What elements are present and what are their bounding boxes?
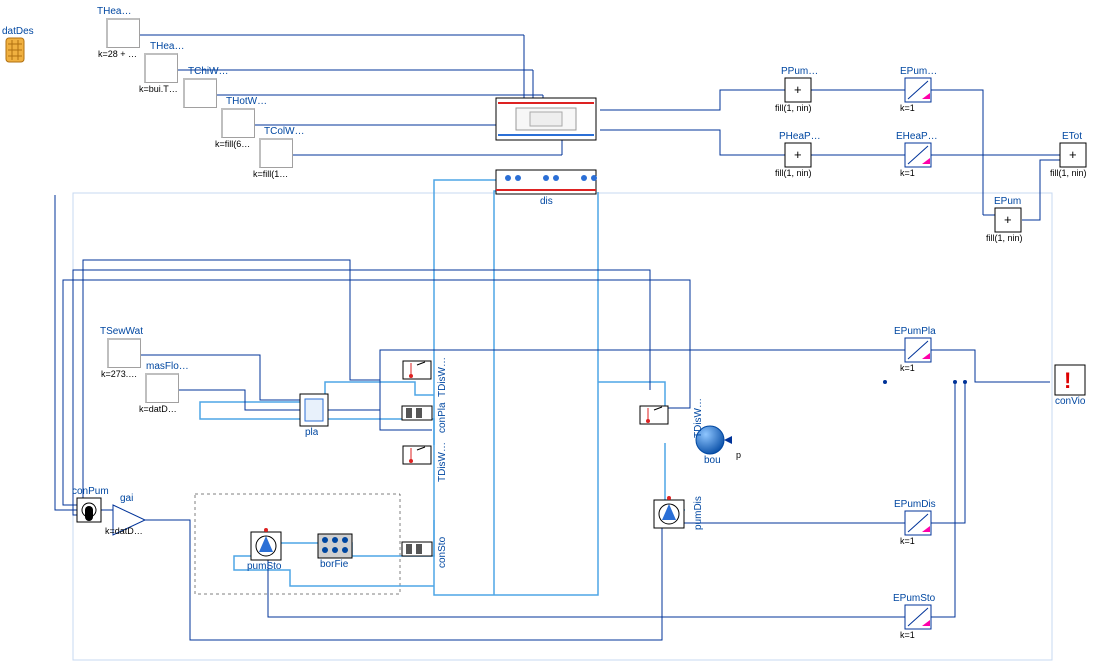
sub-masFlo: k=datD… bbox=[139, 404, 177, 414]
block-ETot[interactable] bbox=[1060, 143, 1086, 167]
lbl-borFie: borFie bbox=[320, 559, 348, 570]
lbl-THea: THea… bbox=[97, 6, 139, 17]
lbl-TDisW1: TDisW… bbox=[437, 357, 448, 397]
lbl-PHeaP: PHeaP… bbox=[779, 131, 821, 142]
block-pumDis[interactable] bbox=[654, 500, 684, 528]
block-EPumSto[interactable] bbox=[905, 605, 931, 629]
lbl-conSto: conSto bbox=[437, 537, 448, 568]
lbl-pla: pla bbox=[305, 427, 318, 438]
sub-THea: k=28 + … bbox=[98, 49, 137, 59]
lbl-conPum: conPum bbox=[72, 486, 109, 497]
const-TColW[interactable] bbox=[259, 138, 293, 168]
block-EPumInt[interactable] bbox=[905, 78, 931, 102]
sub-ki2: k=1 bbox=[900, 168, 915, 178]
const-THotW[interactable] bbox=[221, 108, 255, 138]
block-conPum[interactable] bbox=[77, 498, 101, 522]
lbl-pumDis: pumDis bbox=[693, 496, 704, 530]
lbl-EPum2: EPum bbox=[994, 196, 1021, 207]
sub-PHeaP: fill(1, nin) bbox=[775, 168, 812, 178]
block-EHeaPInt[interactable] bbox=[905, 143, 931, 167]
block-PPum[interactable] bbox=[785, 78, 811, 102]
lbl-THotW: THotW… bbox=[226, 96, 274, 107]
lbl-EPumSto: EPumSto bbox=[893, 593, 935, 604]
lbl-pumSto: pumSto bbox=[247, 561, 281, 572]
sub-ki1: k=1 bbox=[900, 103, 915, 113]
block-conVio[interactable] bbox=[1055, 365, 1085, 395]
lbl-bou: bou bbox=[704, 455, 721, 466]
sub-EPum2: fill(1, nin) bbox=[986, 233, 1023, 243]
const-THea[interactable] bbox=[106, 18, 140, 48]
lbl-TDisW2: TDisW… bbox=[437, 442, 448, 482]
block-PHeaP[interactable] bbox=[785, 143, 811, 167]
block-pumSto[interactable] bbox=[251, 532, 281, 560]
lbl-EPum: EPum… bbox=[900, 66, 937, 77]
lbl-TChiW: TChiW… bbox=[188, 66, 236, 77]
block-EPumSum[interactable] bbox=[995, 208, 1021, 232]
lbl-EPumPla: EPumPla bbox=[894, 326, 936, 337]
lbl-conVio: conVio bbox=[1055, 396, 1085, 407]
lbl-dis: dis bbox=[540, 196, 553, 207]
lbl-datDes: datDes bbox=[2, 26, 34, 37]
lbl-masFlo: masFlo… bbox=[146, 361, 200, 372]
sub-PPum: fill(1, nin) bbox=[775, 103, 812, 113]
lbl-ETot: ETot bbox=[1062, 131, 1082, 142]
chip-datDes[interactable] bbox=[6, 38, 24, 62]
block-EPumPla[interactable] bbox=[905, 338, 931, 362]
const-masFlo[interactable] bbox=[145, 373, 179, 403]
const-THea2[interactable] bbox=[144, 53, 178, 83]
block-pla[interactable] bbox=[300, 394, 328, 426]
lbl-TSewWat: TSewWat bbox=[100, 326, 154, 337]
lbl-EHeaP: EHeaP… bbox=[896, 131, 938, 142]
lbl-TColW: TColW… bbox=[264, 126, 312, 137]
sub-THea2: k=bui.T… bbox=[139, 84, 178, 94]
lbl-THea2: THea… bbox=[150, 41, 192, 52]
const-TChiW[interactable] bbox=[183, 78, 217, 108]
lbl-gai: gai bbox=[120, 493, 133, 504]
sub-TColW: k=fill(1… bbox=[253, 169, 288, 179]
sub-TSewWat: k=273.… bbox=[101, 369, 137, 379]
lbl-EPumDis: EPumDis bbox=[894, 499, 936, 510]
sub-ki3: k=1 bbox=[900, 363, 915, 373]
sub-ETot: fill(1, nin) bbox=[1050, 168, 1087, 178]
sub-ki5: k=1 bbox=[900, 630, 915, 640]
block-borFie[interactable] bbox=[318, 534, 352, 558]
sub-ki4: k=1 bbox=[900, 536, 915, 546]
block-bou[interactable] bbox=[696, 426, 724, 454]
block-EPumDis[interactable] bbox=[905, 511, 931, 535]
sub-THotW: k=fill(6… bbox=[215, 139, 250, 149]
svg-text:p: p bbox=[736, 450, 741, 460]
lbl-PPum: PPum… bbox=[781, 66, 818, 77]
lbl-conPla: conPla bbox=[437, 402, 448, 433]
block-gai[interactable] bbox=[113, 505, 145, 535]
block-dis[interactable] bbox=[496, 98, 596, 194]
const-TSewWat[interactable] bbox=[107, 338, 141, 368]
